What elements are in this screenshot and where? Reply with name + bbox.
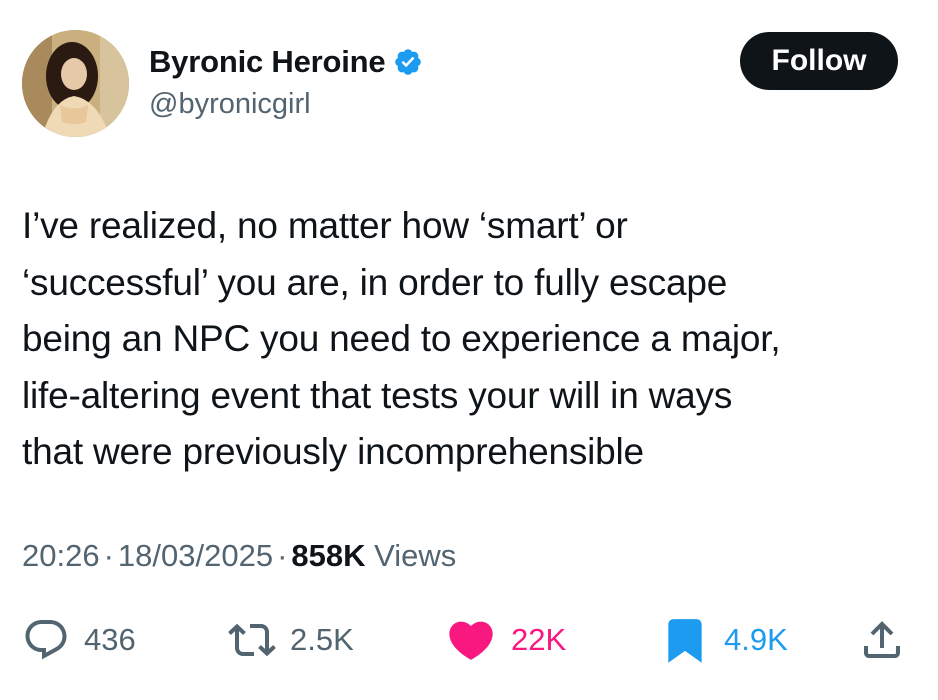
tweet-line: ‘successful’ you are, in order to fully … <box>22 261 728 303</box>
avatar-portrait-image <box>22 30 129 137</box>
retweet-arrows-icon <box>228 623 276 657</box>
heart-icon <box>449 621 493 660</box>
like-button[interactable]: 22K <box>445 610 566 670</box>
display-name[interactable]: Byronic Heroine <box>149 44 386 80</box>
reply-count: 436 <box>84 622 136 657</box>
tweet-line: I’ve realized, no matter how ‘smart’ or <box>22 205 628 246</box>
tweet-line: being an NPC you need to experience a ma… <box>22 318 781 359</box>
tweet-time[interactable]: 20:26 <box>22 538 100 573</box>
user-handle[interactable]: @byronicgirl <box>149 88 311 121</box>
bookmark-count: 4.9K <box>724 622 788 657</box>
verified-badge-icon <box>393 47 423 77</box>
views-count: 858K <box>291 538 366 573</box>
retweet-count: 2.5K <box>290 622 354 657</box>
bookmark-icon <box>668 619 702 663</box>
separator-dot: · <box>277 538 288 573</box>
share-button[interactable] <box>858 610 906 670</box>
tweet-line: that were previously incomprehensible <box>22 431 644 472</box>
user-name-row: Byronic Heroine <box>149 44 423 80</box>
avatar[interactable] <box>22 30 129 137</box>
follow-button[interactable]: Follow <box>740 32 898 90</box>
tweet-date[interactable]: 18/03/2025 <box>118 538 273 573</box>
share-upload-icon <box>864 621 900 658</box>
tweet-meta: 20:26 · 18/03/2025 · 858K Views <box>22 538 456 574</box>
speech-bubble-icon <box>25 620 67 660</box>
separator-dot: · <box>103 538 114 573</box>
like-count: 22K <box>511 622 567 657</box>
tweet-text: I’ve realized, no matter how ‘smart’ or … <box>22 198 902 481</box>
retweet-button[interactable]: 2.5K <box>228 610 354 670</box>
tweet-line: life-altering event that tests your will… <box>22 374 733 416</box>
views-label: Views <box>374 538 457 573</box>
tweet-actions: 436 2.5K 22K 4.9K <box>0 610 938 670</box>
reply-button[interactable]: 436 <box>22 610 136 670</box>
bookmark-button[interactable]: 4.9K <box>660 610 788 670</box>
